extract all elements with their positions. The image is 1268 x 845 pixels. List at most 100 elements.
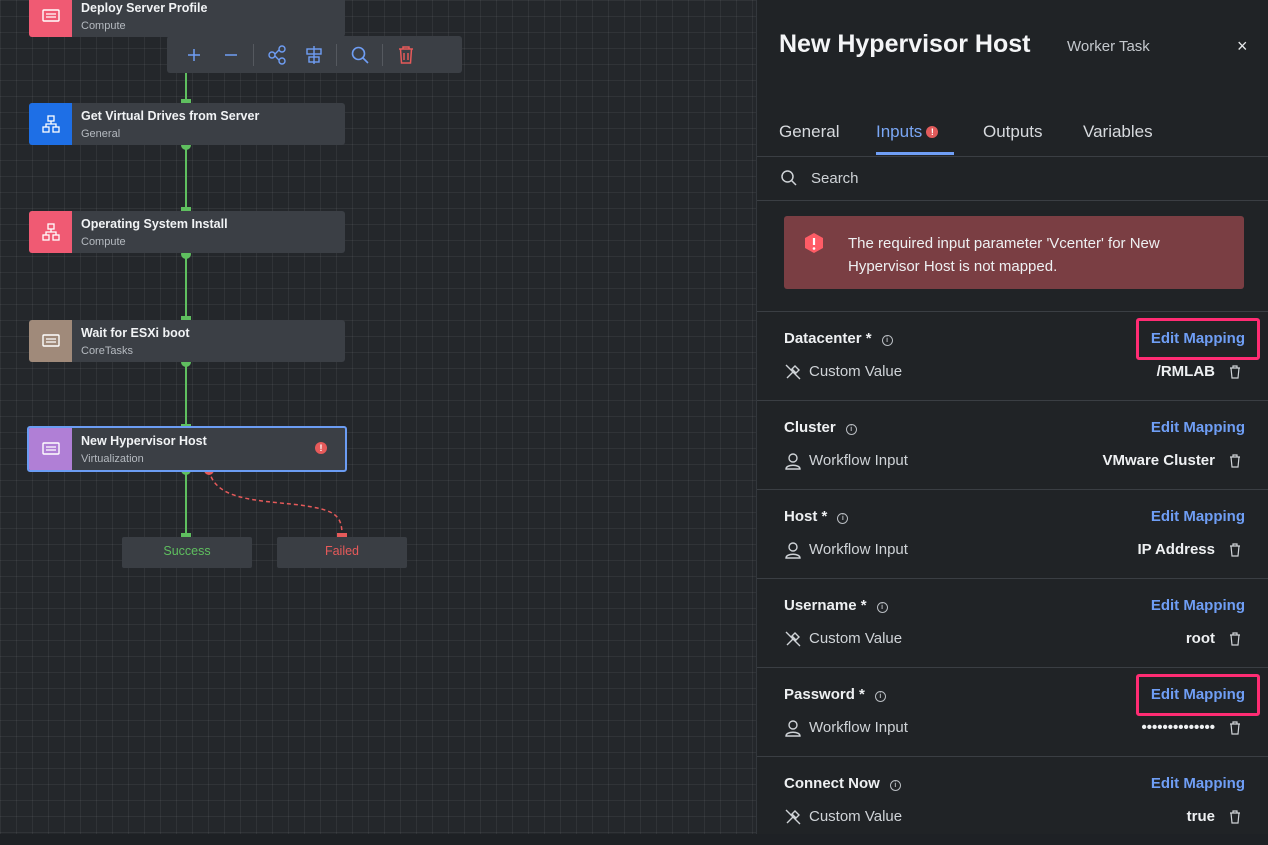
trash-icon[interactable] <box>1229 810 1241 824</box>
trash-icon[interactable] <box>1229 632 1241 646</box>
auto-layout-icon <box>267 44 286 65</box>
mapping-value: •••••••••••••• <box>1141 719 1215 736</box>
edit-mapping-button[interactable]: Edit Mapping <box>1151 775 1245 792</box>
node-category: Compute <box>81 236 126 248</box>
node-title: Wait for ESXi boot <box>81 326 190 340</box>
workertask-icon <box>41 334 60 347</box>
workflow-canvas[interactable]: Deploy Server Profile Compute Get Virtua… <box>0 0 756 834</box>
node-title: Get Virtual Drives from Server <box>81 109 260 123</box>
input-mapping-datacenter: Datacenter * i Edit Mapping Custom Value … <box>757 311 1268 400</box>
failed-terminal[interactable]: Failed <box>277 537 407 568</box>
wire-failed <box>208 469 343 536</box>
trash-icon[interactable] <box>1229 365 1241 379</box>
node-category: Virtualization <box>81 453 144 465</box>
workflow-node[interactable]: Wait for ESXi boot CoreTasks <box>29 320 345 362</box>
search-canvas-button[interactable] <box>341 36 378 73</box>
workflow-icon <box>41 223 60 241</box>
tab-outputs[interactable]: Outputs <box>983 122 1043 142</box>
delete-button[interactable] <box>387 36 424 73</box>
input-label: Connect Now i <box>784 775 901 792</box>
alert-icon <box>805 233 823 253</box>
search-icon <box>351 46 369 64</box>
toolbar-divider <box>336 43 337 66</box>
input-label: Username * i <box>784 597 888 614</box>
node-category: General <box>81 128 121 140</box>
task-detail-panel: New Hypervisor Host Worker Task × Genera… <box>756 0 1268 834</box>
minus-icon <box>224 53 237 56</box>
node-badge <box>29 428 72 470</box>
input-label-text: Password * <box>784 686 865 703</box>
tab-error-icon: ! <box>926 126 939 138</box>
custom-value-icon <box>785 809 801 825</box>
tab-inputs[interactable]: Inputs! <box>876 122 939 142</box>
input-label-text: Cluster <box>784 419 836 436</box>
input-label: Host * i <box>784 508 849 525</box>
active-tab-indicator <box>876 152 954 155</box>
success-terminal[interactable]: Success <box>122 537 252 568</box>
info-icon[interactable]: i <box>876 602 888 613</box>
info-icon[interactable]: i <box>881 335 893 346</box>
info-icon[interactable]: i <box>845 424 857 435</box>
panel-tabs: General Inputs! Outputs Variables <box>757 118 1268 157</box>
node-badge <box>29 211 72 253</box>
zoom-in-button[interactable] <box>175 36 212 73</box>
custom-value-icon <box>785 364 801 380</box>
error-icon: ! <box>315 442 327 454</box>
trash-icon[interactable] <box>1229 543 1241 557</box>
canvas-toolbar <box>167 36 462 73</box>
user-icon <box>785 720 801 737</box>
mapping-source: Custom Value <box>809 630 903 647</box>
zoom-out-button[interactable] <box>212 36 249 73</box>
tab-variables[interactable]: Variables <box>1083 122 1153 142</box>
input-label-text: Host * <box>784 508 828 525</box>
mapping-value: /RMLAB <box>1156 363 1215 380</box>
node-title: Operating System Install <box>81 217 228 231</box>
input-label: Password * i <box>784 686 886 703</box>
node-badge <box>29 103 72 145</box>
user-icon <box>785 453 801 470</box>
trash-icon[interactable] <box>1229 721 1241 735</box>
input-mapping-connect-now: Connect Now i Edit Mapping Custom Value t… <box>757 756 1268 845</box>
panel-title: New Hypervisor Host <box>779 30 1031 58</box>
search-icon <box>781 170 797 186</box>
auto-layout-button[interactable] <box>258 36 295 73</box>
align-button[interactable] <box>295 36 332 73</box>
edit-mapping-button[interactable]: Edit Mapping <box>1151 597 1245 614</box>
mapping-source: Workflow Input <box>809 719 908 736</box>
mapping-value: VMware Cluster <box>1102 452 1215 469</box>
mapping-source: Custom Value <box>809 363 903 380</box>
input-label: Cluster i <box>784 419 857 436</box>
edit-mapping-button[interactable]: Edit Mapping <box>1151 686 1245 703</box>
alert-message: The required input parameter 'Vcenter' f… <box>848 235 1160 275</box>
mapping-value: true <box>1186 808 1215 825</box>
info-icon[interactable]: i <box>837 513 849 524</box>
input-mapping-password: Password * i Edit Mapping Workflow Input … <box>757 667 1268 756</box>
workertask-icon <box>41 442 60 455</box>
mapping-source: Workflow Input <box>809 452 908 469</box>
input-mapping-cluster: Cluster i Edit Mapping Workflow Input VMw… <box>757 400 1268 489</box>
workflow-icon <box>41 115 60 133</box>
input-mapping-host: Host * i Edit Mapping Workflow Input IP A… <box>757 489 1268 578</box>
workflow-node-selected[interactable]: New Hypervisor Host Virtualization ! <box>27 426 347 472</box>
tab-general[interactable]: General <box>779 122 839 142</box>
close-button[interactable]: × <box>1237 36 1248 57</box>
workflow-node[interactable]: Get Virtual Drives from Server General <box>29 103 345 145</box>
node-category: CoreTasks <box>81 345 133 357</box>
input-label: Datacenter * i <box>784 330 893 347</box>
edit-mapping-button[interactable]: Edit Mapping <box>1151 419 1245 436</box>
edit-mapping-button[interactable]: Edit Mapping <box>1151 508 1245 525</box>
trash-icon[interactable] <box>1229 454 1241 468</box>
workflow-node[interactable]: Operating System Install Compute <box>29 211 345 253</box>
info-icon[interactable]: i <box>874 691 886 702</box>
mapping-source: Workflow Input <box>809 541 908 558</box>
search-input[interactable] <box>809 166 1233 190</box>
node-category: Compute <box>81 20 126 32</box>
edit-mapping-button[interactable]: Edit Mapping <box>1151 330 1245 347</box>
custom-value-icon <box>785 631 801 647</box>
node-badge <box>29 0 72 37</box>
info-icon[interactable]: i <box>889 780 901 791</box>
workflow-node[interactable]: Deploy Server Profile Compute <box>29 0 345 37</box>
input-label-text: Connect Now <box>784 775 880 792</box>
workertask-icon <box>41 9 60 22</box>
panel-subtitle: Worker Task <box>1067 38 1150 55</box>
